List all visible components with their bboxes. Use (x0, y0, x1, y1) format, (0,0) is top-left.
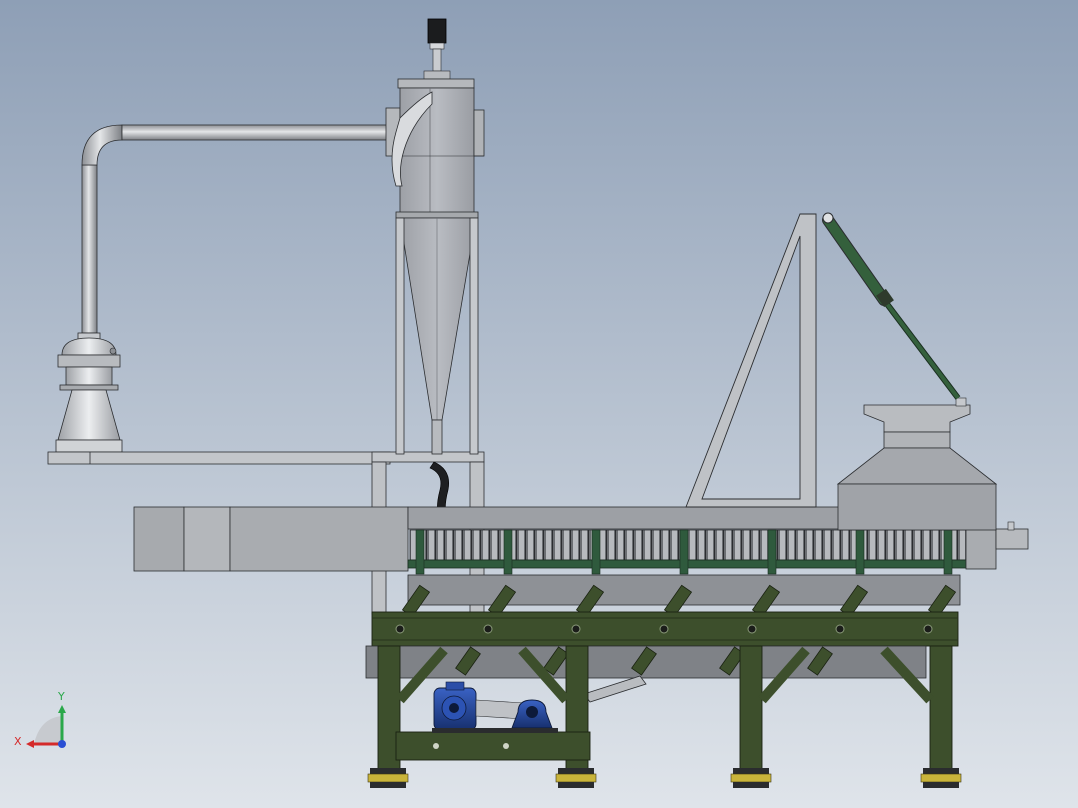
cad-viewport[interactable]: X Y (0, 0, 1078, 808)
x-axis-label: X (14, 735, 22, 748)
y-axis-label: Y (57, 690, 65, 703)
z-axis-dot (58, 740, 66, 748)
machine-drawing: X Y (0, 0, 1078, 808)
